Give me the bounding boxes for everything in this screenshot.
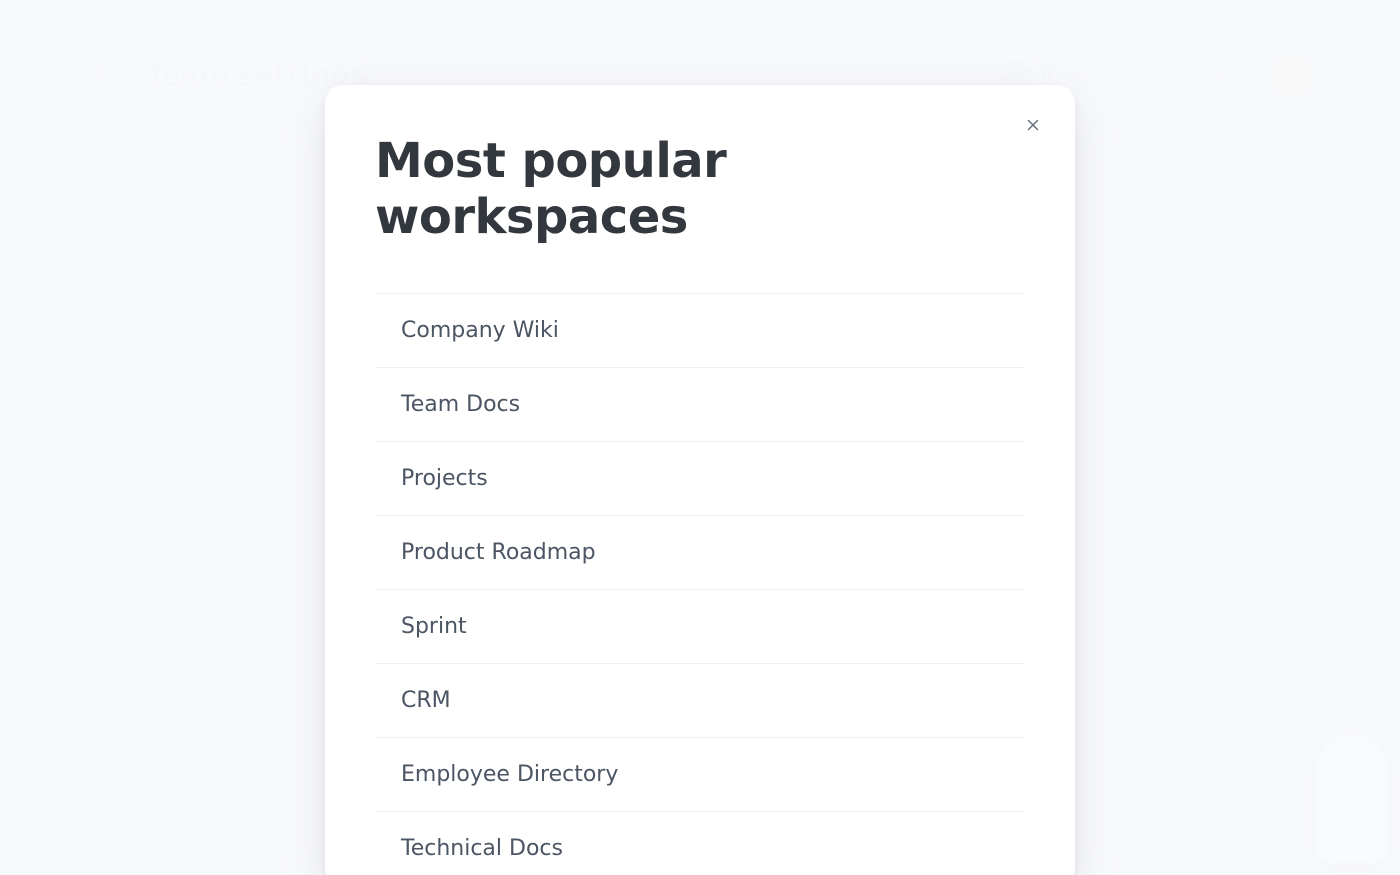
workspace-item[interactable]: Employee Directory bbox=[375, 738, 1025, 812]
workspace-name: Product Roadmap bbox=[401, 540, 596, 565]
modal-title: Most popular workspaces bbox=[375, 133, 1025, 294]
popular-workspaces-modal: Most popular workspaces Company Wiki Tea… bbox=[325, 85, 1075, 875]
workspace-name: Employee Directory bbox=[401, 762, 618, 787]
workspace-item[interactable]: Technical Docs bbox=[375, 812, 1025, 875]
close-icon bbox=[1024, 116, 1042, 134]
workspace-item[interactable]: CRM bbox=[375, 664, 1025, 738]
workspace-name: Sprint bbox=[401, 614, 467, 639]
workspace-item[interactable]: Company Wiki bbox=[375, 294, 1025, 368]
workspace-list: Company Wiki Team Docs Projects Product … bbox=[375, 294, 1025, 875]
workspace-item[interactable]: Projects bbox=[375, 442, 1025, 516]
workspace-name: CRM bbox=[401, 688, 451, 713]
workspace-item[interactable]: Sprint bbox=[375, 590, 1025, 664]
help-widget[interactable] bbox=[1316, 733, 1388, 863]
workspace-item[interactable]: Product Roadmap bbox=[375, 516, 1025, 590]
workspace-item[interactable]: Team Docs bbox=[375, 368, 1025, 442]
workspace-name: Technical Docs bbox=[401, 836, 563, 861]
close-button[interactable] bbox=[1019, 111, 1047, 139]
workspace-name: Team Docs bbox=[401, 392, 520, 417]
workspace-name: Projects bbox=[401, 466, 488, 491]
workspace-name: Company Wiki bbox=[401, 318, 559, 343]
